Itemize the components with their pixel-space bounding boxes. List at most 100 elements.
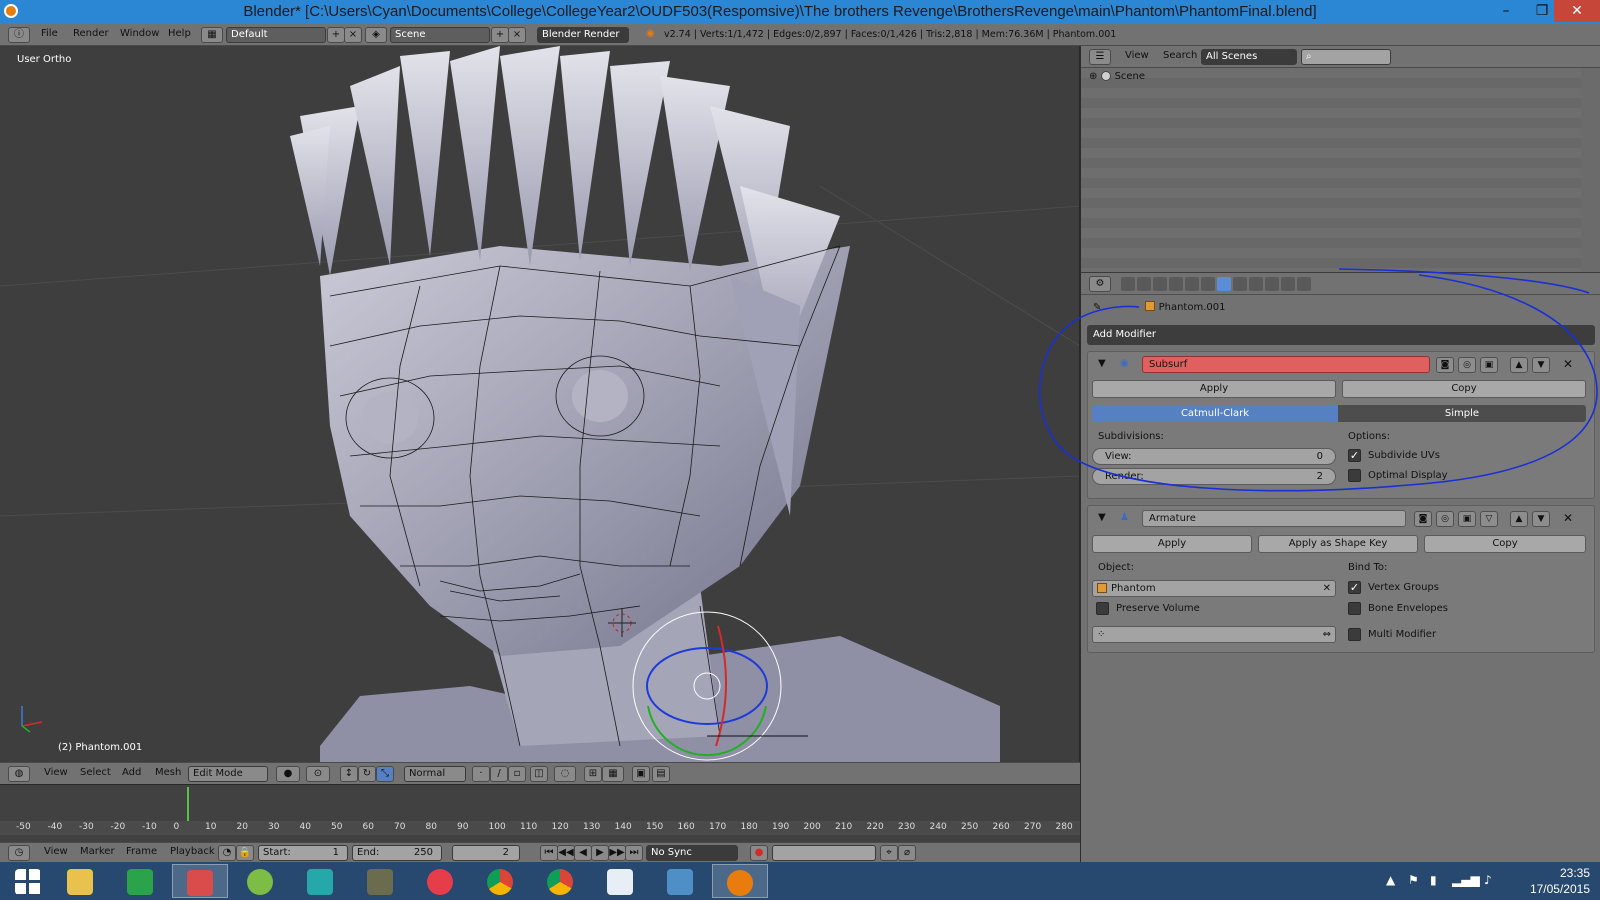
outliner-search-input[interactable]: ⌕ (1301, 49, 1391, 65)
menu-render[interactable]: Render (73, 28, 109, 39)
armature-object-field[interactable]: Phantom ✕ (1092, 580, 1336, 597)
collapse-icon[interactable]: ▼ (1098, 512, 1106, 523)
invert-icon[interactable]: ⇔ (1323, 627, 1331, 642)
menu-playback[interactable]: Playback (170, 846, 215, 857)
end-frame-field[interactable]: End: 250 (352, 845, 442, 861)
system-clock[interactable]: 23:35 17/05/2015 (1530, 865, 1590, 897)
word-icon[interactable] (592, 864, 648, 898)
store-icon[interactable] (112, 864, 168, 898)
scene-icon[interactable]: ◈ (365, 27, 387, 43)
snap-icon[interactable]: ⊞ (584, 766, 602, 782)
editmode-toggle-icon[interactable]: ▣ (1458, 511, 1476, 527)
remove-layout-icon[interactable]: × (344, 27, 362, 43)
timeline-area[interactable]: -50 -40 -30 -20 -10 0 10 20 30 40 50 60 70 80 90 100 110… (0, 784, 1080, 842)
menu-view[interactable]: View (44, 767, 68, 778)
photos-icon[interactable] (652, 864, 708, 898)
render-toggle-icon[interactable]: ◙ (1414, 511, 1432, 527)
timeline-editor-icon[interactable]: ◷ (8, 845, 30, 861)
render-engine-selector[interactable]: Blender Render (537, 27, 629, 43)
proportional-edit-icon[interactable]: ◌ (554, 766, 576, 782)
scene-selector[interactable]: Scene (390, 27, 490, 43)
vertex-groups-checkbox[interactable]: ✓ (1348, 581, 1361, 594)
menu-outliner-search[interactable]: Search (1163, 50, 1197, 61)
menu-outliner-view[interactable]: View (1125, 50, 1149, 61)
volume-icon[interactable]: ♪ (1484, 873, 1492, 887)
remove-modifier-icon[interactable]: ✕ (1563, 511, 1573, 525)
limit-selection-icon[interactable]: ◫ (530, 766, 548, 782)
mode-selector[interactable]: Edit Mode (188, 766, 268, 782)
opengl-render-icon[interactable]: ▤ (652, 766, 670, 782)
lock-range-icon[interactable]: 🔒 (236, 845, 254, 861)
menu-window[interactable]: Window (120, 28, 159, 39)
network-icon[interactable]: ▂▄▆ (1452, 873, 1480, 887)
tray-expand-icon[interactable]: ▲ (1386, 873, 1395, 887)
menu-frame[interactable]: Frame (126, 846, 157, 857)
viewport-editor-icon[interactable]: ◍ (8, 766, 30, 782)
add-scene-icon[interactable]: + (491, 27, 509, 43)
current-frame-field[interactable]: 2 (452, 845, 520, 861)
next-keyframe-icon[interactable]: ▶▶ (608, 845, 626, 861)
start-frame-field[interactable]: Start: 1 (258, 845, 348, 861)
move-up-icon[interactable]: ▲ (1510, 511, 1528, 527)
outliner-filter-selector[interactable]: All Scenes (1201, 49, 1297, 65)
jump-end-icon[interactable]: ⏭ (625, 845, 643, 861)
flag-icon[interactable]: ⚑ (1408, 873, 1419, 887)
itunes-icon[interactable] (412, 864, 468, 898)
outliner-scene-item[interactable]: ⊕ Scene (1089, 71, 1145, 82)
vertex-group-field[interactable]: ⁘ ⇔ (1092, 626, 1336, 643)
armature-copy-button[interactable]: Copy (1424, 535, 1586, 553)
windows-start-icon[interactable] (0, 864, 56, 898)
expand-icon[interactable]: ⊕ (1089, 71, 1101, 82)
layout-icon[interactable]: ▦ (201, 27, 223, 43)
clear-object-icon[interactable]: ✕ (1323, 581, 1331, 596)
keying-set-field[interactable] (772, 845, 876, 861)
delete-keyframe-icon[interactable]: ⌀ (898, 845, 916, 861)
menu-marker[interactable]: Marker (80, 846, 115, 857)
outliner-rows[interactable] (1081, 68, 1581, 272)
manipulator-translate-icon[interactable]: ↕ (340, 766, 358, 782)
snap-element-icon[interactable]: ▦ (602, 766, 624, 782)
layout-selector[interactable]: Default (226, 27, 326, 43)
move-down-icon[interactable]: ▼ (1532, 511, 1550, 527)
battery-icon[interactable]: ▮ (1430, 873, 1437, 887)
jump-start-icon[interactable]: ⏮ (540, 845, 558, 861)
sync-selector[interactable]: No Sync (646, 845, 738, 861)
menu-add[interactable]: Add (122, 767, 141, 778)
menu-select[interactable]: Select (80, 767, 111, 778)
bone-envelopes-checkbox[interactable] (1348, 602, 1361, 615)
pivot-icon[interactable]: ⊙ (306, 766, 330, 782)
chrome-app-icon[interactable] (532, 864, 588, 898)
multi-modifier-checkbox[interactable] (1348, 628, 1361, 641)
play-reverse-icon[interactable]: ◀ (574, 845, 592, 861)
editor-type-icon[interactable]: ⓘ (8, 27, 30, 43)
minimize-button[interactable]: – (1488, 0, 1524, 22)
gimp-icon[interactable] (352, 864, 408, 898)
maya-icon[interactable] (292, 864, 348, 898)
close-button[interactable]: ✕ (1554, 0, 1600, 22)
preserve-volume-checkbox[interactable] (1096, 602, 1109, 615)
record-icon[interactable]: ● (750, 845, 768, 861)
prev-keyframe-icon[interactable]: ◀◀ (557, 845, 575, 861)
menu-mesh[interactable]: Mesh (155, 767, 181, 778)
armature-apply-button[interactable]: Apply (1092, 535, 1252, 553)
shading-icon[interactable]: ● (276, 766, 300, 782)
render-preview-icon[interactable]: ▣ (632, 766, 650, 782)
manipulator-scale-icon[interactable]: ⤡ (376, 766, 394, 782)
menu-file[interactable]: File (41, 28, 58, 39)
blender-icon[interactable] (712, 864, 768, 898)
frame-ruler[interactable]: -50 -40 -30 -20 -10 0 10 20 30 40 50 60 70 80 90 100 110… (0, 821, 1080, 835)
cage-toggle-icon[interactable]: ▽ (1480, 511, 1498, 527)
face-select-icon[interactable]: ▫ (508, 766, 526, 782)
orientation-selector[interactable]: Normal (404, 766, 466, 782)
preview-range-icon[interactable]: ◔ (218, 845, 236, 861)
add-layout-icon[interactable]: + (327, 27, 345, 43)
armature-name-field[interactable]: Armature (1142, 510, 1406, 527)
playhead[interactable] (187, 787, 189, 821)
menu-help[interactable]: Help (168, 28, 191, 39)
map-icon[interactable] (232, 864, 288, 898)
outliner-editor-icon[interactable]: ☰ (1089, 49, 1111, 65)
chrome-icon[interactable] (472, 864, 528, 898)
menu-timeline-view[interactable]: View (44, 846, 68, 857)
apply-shape-key-button[interactable]: Apply as Shape Key (1258, 535, 1418, 553)
3d-viewport[interactable]: User Ortho (2) Phantom.001 (0, 46, 1080, 762)
